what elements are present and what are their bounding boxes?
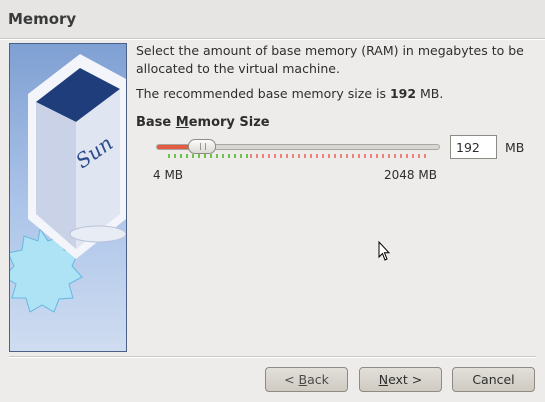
recommended-prefix: The recommended base memory size is (136, 86, 390, 101)
memory-slider-ticks (168, 154, 430, 158)
mouse-pointer-icon (378, 240, 391, 265)
recommended-suffix: MB. (416, 86, 444, 101)
slider-max-label: 2048 MB (384, 168, 437, 182)
memory-slider-thumb[interactable] (188, 139, 216, 154)
slider-min-label: 4 MB (153, 168, 184, 182)
page-title: Memory (8, 10, 77, 28)
section-label-pre: Base (136, 115, 176, 130)
header-divider-highlight (0, 39, 545, 40)
section-label-post: emory Size (188, 115, 270, 130)
virtualbox-sun-logo: Sun (9, 43, 127, 352)
ticks-recommended-range (168, 154, 250, 158)
memory-size-input[interactable] (450, 135, 497, 159)
next-mnemonic: N (378, 372, 389, 387)
recommended-value: 192 (389, 86, 417, 101)
back-rest: ack (307, 372, 329, 387)
description-text: Select the amount of base memory (RAM) i… (136, 43, 524, 76)
footer-divider-highlight (9, 357, 536, 358)
back-mnemonic: B (298, 372, 308, 387)
back-button[interactable]: < Back (265, 367, 348, 392)
recommended-memory-text: The recommended base memory size is 192 … (136, 86, 443, 101)
cancel-button[interactable]: Cancel (452, 367, 535, 392)
ticks-excessive-range (250, 154, 430, 158)
section-label-mnemonic: M (175, 115, 189, 130)
memory-unit-label: MB (505, 140, 525, 155)
wizard-header: Memory (0, 0, 545, 38)
next-rest: ext > (388, 372, 423, 387)
base-memory-size-label: Base Memory Size (136, 115, 270, 130)
next-button[interactable]: Next > (359, 367, 442, 392)
back-prefix: < (284, 372, 299, 387)
